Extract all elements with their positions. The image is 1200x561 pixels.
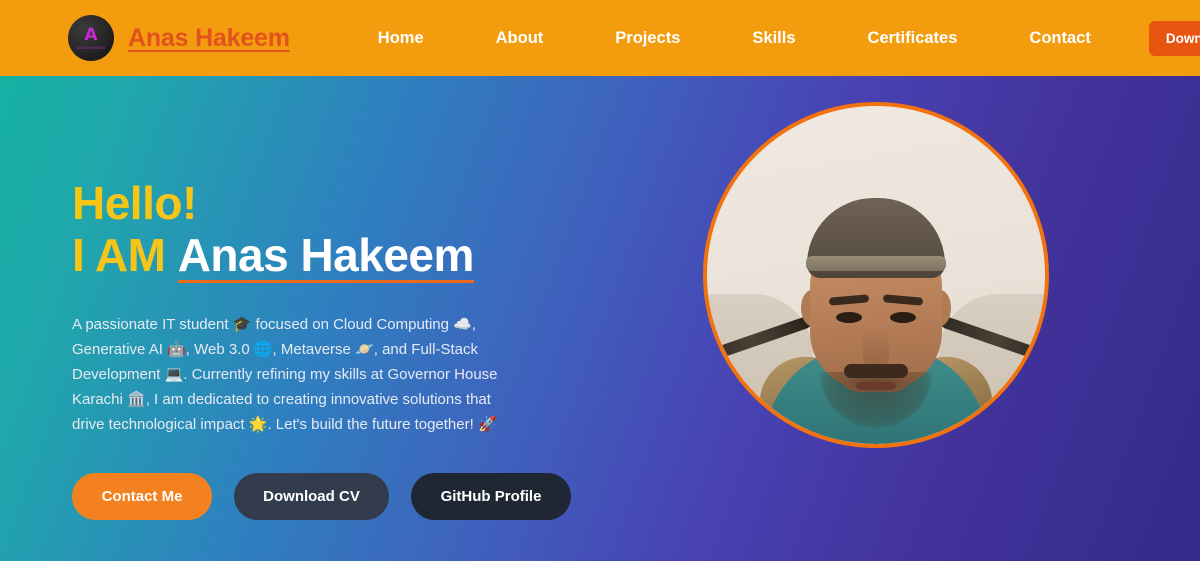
nav-link-skills[interactable]: Skills	[716, 23, 831, 54]
github-profile-button[interactable]: GitHub Profile	[411, 472, 571, 520]
hero-title: I AM Anas Hakeem	[72, 228, 612, 283]
nav-link-about[interactable]: About	[460, 23, 580, 54]
photo-nose	[863, 328, 889, 368]
brand-name: Anas Hakeem	[128, 23, 290, 52]
navbar-download-cv-button[interactable]: Download CV	[1148, 20, 1200, 56]
nav-item-skills: Skills	[716, 23, 831, 54]
photo-moustache	[844, 364, 908, 378]
desc-part-5: , Metaverse	[272, 340, 356, 358]
desc-part-9: . Let's build the future together!	[267, 415, 478, 433]
nav-item-projects: Projects	[579, 23, 716, 54]
photo-eye-left	[836, 312, 862, 323]
logo-subtext: ANAS HAKEEM	[76, 46, 106, 51]
site-logo-icon: A ANAS HAKEEM	[68, 15, 114, 61]
hero-greeting: Hello!	[72, 177, 197, 229]
laptop-icon: 💻	[164, 364, 184, 383]
robot-icon: 🤖	[167, 339, 186, 358]
photo-mouth	[856, 382, 896, 390]
nav-link-certificates[interactable]: Certificates	[832, 23, 994, 54]
logo-monogram: A	[84, 25, 98, 46]
desc-part-4: , Web 3.0	[185, 340, 254, 358]
brand-link[interactable]: A ANAS HAKEEM Anas Hakeem	[68, 15, 290, 61]
hero-button-group: Contact Me Download CV GitHub Profile	[72, 472, 612, 520]
contact-me-button[interactable]: Contact Me	[72, 472, 212, 520]
photo-cap-band	[806, 256, 946, 271]
desc-part-1: A passionate IT student	[72, 315, 233, 333]
hero-download-cv-button[interactable]: Download CV	[234, 472, 389, 520]
nav-link-projects[interactable]: Projects	[579, 23, 716, 54]
nav-item-about: About	[460, 23, 580, 54]
glowing-star-icon: 🌟	[248, 414, 268, 433]
rocket-icon: 🚀	[477, 414, 497, 433]
nav-item-home: Home	[342, 23, 460, 54]
classical-building-icon: 🏛️	[127, 389, 146, 408]
ringed-planet-icon: 🪐	[355, 339, 374, 358]
avatar-photo	[707, 106, 1045, 444]
hero-section: Hello! I AM Anas Hakeem A passionate IT …	[0, 76, 1200, 561]
hero-name-text: Anas Hakeem	[177, 228, 474, 283]
hero-description: A passionate IT student 🎓 focused on Clo…	[72, 312, 527, 437]
hero-image-column	[612, 76, 1140, 448]
photo-eye-right	[890, 312, 916, 323]
desc-part-2: focused on Cloud Computing	[251, 315, 454, 333]
hero-iam-text: I AM	[72, 228, 166, 281]
cloud-icon: ☁️	[453, 314, 472, 333]
globe-icon: 🌐	[253, 339, 273, 358]
nav-link-contact[interactable]: Contact	[993, 23, 1126, 54]
nav-item-certificates: Certificates	[832, 23, 994, 54]
graduation-cap-icon: 🎓	[232, 314, 252, 333]
avatar	[703, 102, 1049, 448]
nav-link-home[interactable]: Home	[342, 23, 460, 54]
nav-link-list: Home About Projects Skills Certificates …	[342, 23, 1127, 54]
top-navbar: A ANAS HAKEEM Anas Hakeem Home About Pro…	[0, 0, 1200, 76]
hero-text-column: Hello! I AM Anas Hakeem A passionate IT …	[72, 76, 612, 520]
nav-item-contact: Contact	[993, 23, 1126, 54]
